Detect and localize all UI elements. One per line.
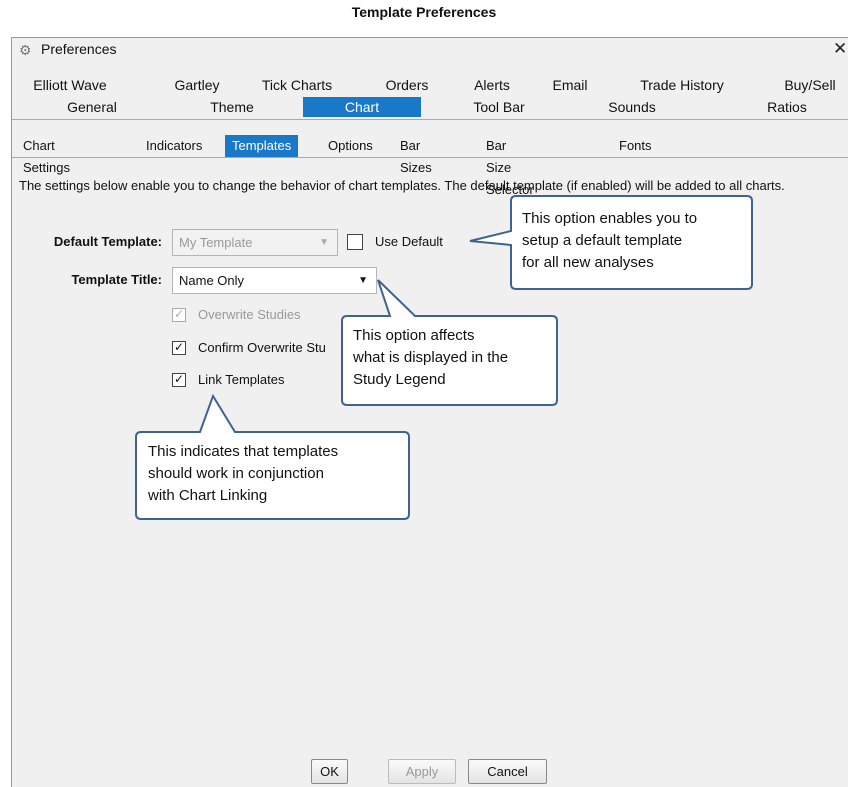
callout-line: with Chart Linking [148,487,268,504]
callout-line: This option affects [353,327,475,344]
callout-use-default: This option enables you to setup a defau… [522,208,697,274]
callout-line: what is displayed in the [353,349,509,366]
callout-template-title: This option affects what is displayed in… [353,325,508,391]
callout-layer [135,195,753,520]
callout-line: Study Legend [353,371,446,388]
callout-line: for all new analyses [522,254,654,271]
callout-line: should work in conjunction [148,465,324,482]
callout-link-templates: This indicates that templates should wor… [148,441,338,507]
callout-line: setup a default template [522,232,683,249]
callout-line: This indicates that templates [148,443,339,460]
callout-line: This option enables you to [522,210,698,227]
